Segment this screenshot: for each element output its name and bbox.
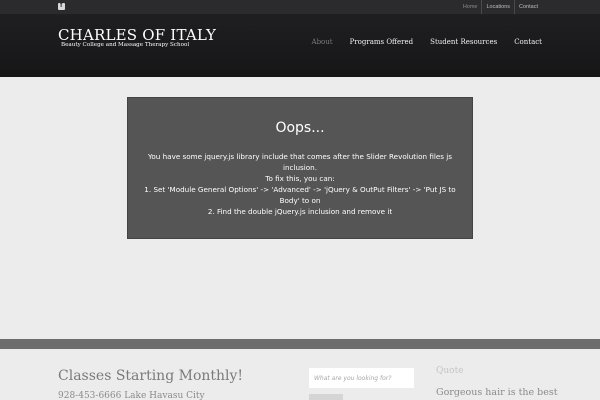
quote-text: Gorgeous hair is the best (436, 387, 558, 398)
search-button[interactable] (309, 394, 343, 400)
site-logo-subtitle: Beauty College and Massage Therapy Schoo… (61, 42, 190, 48)
top-links: Home Locations Contact (459, 0, 542, 14)
error-title: Oops... (275, 120, 325, 136)
top-link-locations[interactable]: Locations (481, 0, 514, 14)
nav-item-contact[interactable]: Contact (514, 38, 542, 46)
error-line: 1. Set 'Module General Options' -> 'Adva… (144, 185, 456, 205)
nav-item-about[interactable]: About (312, 38, 333, 46)
top-link-home[interactable]: Home (459, 0, 482, 14)
error-line: To fix this, you can: (265, 174, 335, 183)
quote-heading: Quote (436, 366, 464, 376)
search-input[interactable] (309, 368, 414, 388)
error-line: You have some jquery.js library include … (147, 152, 453, 172)
site-header: CHARLES OF ITALY Beauty College and Mass… (0, 14, 600, 77)
top-link-contact[interactable]: Contact (514, 0, 542, 14)
top-bar: Home Locations Contact (0, 0, 600, 14)
phone-text: 928-453-6666 Lake Havasu City (58, 391, 205, 400)
nav-item-student-resources[interactable]: Student Resources (430, 38, 497, 46)
error-line: 2. Find the double jQuery.js inclusion a… (207, 207, 393, 216)
nav-item-programs-offered[interactable]: Programs Offered (350, 38, 414, 46)
main-nav: About Programs Offered Student Resources… (295, 38, 542, 46)
divider-stripe (0, 339, 600, 349)
facebook-icon[interactable] (58, 1, 65, 11)
slider-error-box: Oops... You have some jquery.js library … (127, 97, 473, 239)
error-message: You have some jquery.js library include … (128, 151, 472, 217)
footer-area: Classes Starting Monthly! 928-453-6666 L… (0, 349, 600, 400)
classes-heading: Classes Starting Monthly! (58, 368, 244, 384)
slider-area: Oops... You have some jquery.js library … (0, 77, 600, 339)
